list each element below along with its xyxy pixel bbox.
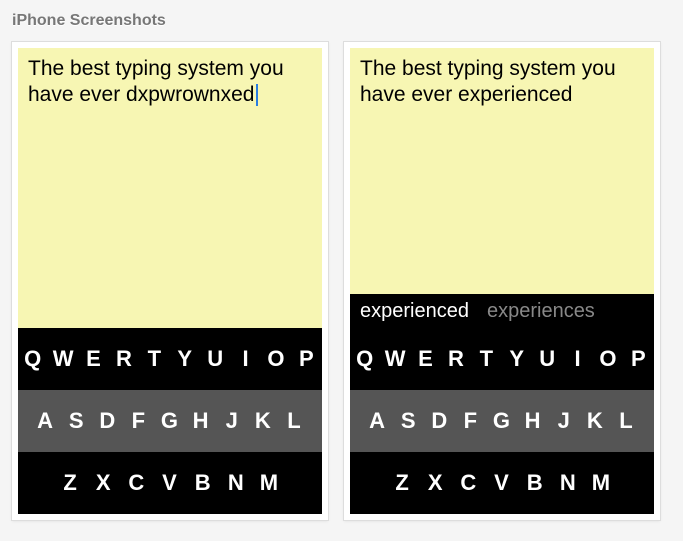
key-q[interactable]: Q [350, 346, 380, 372]
key-t[interactable]: T [140, 346, 170, 372]
key-k[interactable]: K [580, 408, 611, 434]
note-text-area[interactable]: The best typing system you have ever dxp… [18, 48, 322, 328]
section-title: iPhone Screenshots [12, 12, 671, 30]
key-h[interactable]: H [518, 408, 549, 434]
key-g[interactable]: G [486, 408, 517, 434]
key-a[interactable]: A [362, 408, 393, 434]
keyboard-row-2: A S D F G H J K L [350, 390, 654, 452]
key-v[interactable]: V [485, 470, 518, 496]
key-o[interactable]: O [593, 346, 623, 372]
suggestion-primary[interactable]: experienced [360, 300, 469, 323]
key-t[interactable]: T [472, 346, 502, 372]
key-l[interactable]: L [279, 408, 310, 434]
key-o[interactable]: O [261, 346, 291, 372]
key-c[interactable]: C [120, 470, 153, 496]
key-n[interactable]: N [552, 470, 585, 496]
key-g[interactable]: G [154, 408, 185, 434]
key-z[interactable]: Z [54, 470, 87, 496]
screenshot-2: The best typing system you have ever exp… [344, 42, 660, 520]
key-j[interactable]: J [217, 408, 248, 434]
key-e[interactable]: E [79, 346, 109, 372]
key-j[interactable]: J [549, 408, 580, 434]
key-b[interactable]: B [519, 470, 552, 496]
note-text-area[interactable]: The best typing system you have ever exp… [350, 48, 654, 294]
suggestion-bar: experienced experiences [350, 294, 654, 328]
keyboard-row-2: A S D F G H J K L [18, 390, 322, 452]
key-r[interactable]: R [109, 346, 139, 372]
key-x[interactable]: X [87, 470, 120, 496]
key-d[interactable]: D [92, 408, 123, 434]
suggestion-secondary[interactable]: experiences [487, 300, 595, 323]
text-cursor [256, 84, 258, 106]
key-u[interactable]: U [532, 346, 562, 372]
key-z[interactable]: Z [386, 470, 419, 496]
screenshots-container: The best typing system you have ever dxp… [12, 42, 671, 520]
key-i[interactable]: I [563, 346, 593, 372]
key-s[interactable]: S [393, 408, 424, 434]
key-y[interactable]: Y [170, 346, 200, 372]
keyboard: Q W E R T Y U I O P A S D F G H J K L [18, 328, 322, 514]
key-m[interactable]: M [585, 470, 618, 496]
key-y[interactable]: Y [502, 346, 532, 372]
key-e[interactable]: E [411, 346, 441, 372]
key-d[interactable]: D [424, 408, 455, 434]
key-p[interactable]: P [292, 346, 322, 372]
key-u[interactable]: U [200, 346, 230, 372]
keyboard-row-3: Z X C V B N M [350, 452, 654, 514]
key-k[interactable]: K [248, 408, 279, 434]
key-s[interactable]: S [61, 408, 92, 434]
keyboard-row-3: Z X C V B N M [18, 452, 322, 514]
keyboard: Q W E R T Y U I O P A S D F G H J K L [350, 328, 654, 514]
note-text: The best typing system you have ever dxp… [28, 57, 284, 106]
key-v[interactable]: V [153, 470, 186, 496]
keyboard-row-1: Q W E R T Y U I O P [350, 328, 654, 390]
key-i[interactable]: I [231, 346, 261, 372]
key-m[interactable]: M [253, 470, 286, 496]
key-f[interactable]: F [455, 408, 486, 434]
screenshot-1: The best typing system you have ever dxp… [12, 42, 328, 520]
key-l[interactable]: L [611, 408, 642, 434]
key-f[interactable]: F [123, 408, 154, 434]
key-r[interactable]: R [441, 346, 471, 372]
key-w[interactable]: W [48, 346, 78, 372]
key-x[interactable]: X [419, 470, 452, 496]
key-a[interactable]: A [30, 408, 61, 434]
key-h[interactable]: H [186, 408, 217, 434]
keyboard-row-1: Q W E R T Y U I O P [18, 328, 322, 390]
key-b[interactable]: B [187, 470, 220, 496]
key-p[interactable]: P [624, 346, 654, 372]
note-text: The best typing system you have ever exp… [360, 57, 616, 106]
key-n[interactable]: N [220, 470, 253, 496]
key-q[interactable]: Q [18, 346, 48, 372]
key-w[interactable]: W [380, 346, 410, 372]
key-c[interactable]: C [452, 470, 485, 496]
